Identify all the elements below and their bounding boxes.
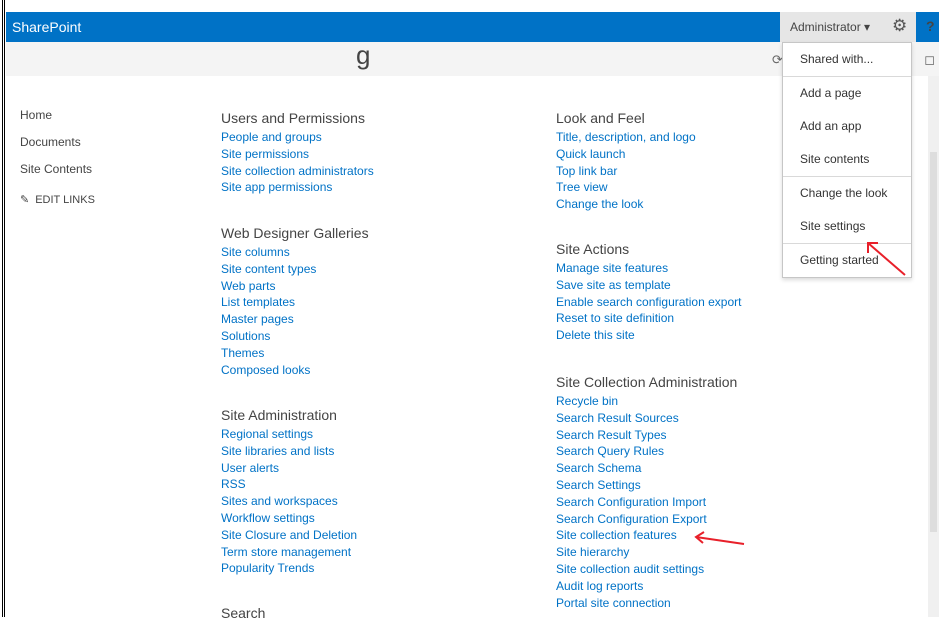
section-title: Site Actions xyxy=(556,241,630,257)
link-solutions[interactable]: Solutions xyxy=(221,328,369,345)
link-title-description-logo[interactable]: Title, description, and logo xyxy=(556,129,696,146)
page-title-partial: g xyxy=(356,40,371,70)
link-search-result-types[interactable]: Search Result Types xyxy=(556,427,737,444)
link-composed-looks[interactable]: Composed looks xyxy=(221,362,369,379)
pencil-icon: ✎ xyxy=(20,194,30,206)
link-change-look[interactable]: Change the look xyxy=(556,196,696,213)
link-site-collection-audit[interactable]: Site collection audit settings xyxy=(556,561,737,578)
link-site-app-permissions[interactable]: Site app permissions xyxy=(221,179,374,196)
section-web-designer: Web Designer Galleries Site columns Site… xyxy=(221,225,369,378)
link-web-parts[interactable]: Web parts xyxy=(221,278,369,295)
nav-documents[interactable]: Documents xyxy=(20,135,95,162)
nav-home[interactable]: Home xyxy=(20,108,95,135)
link-save-site-template[interactable]: Save site as template xyxy=(556,277,741,294)
link-search-config-export[interactable]: Search Configuration Export xyxy=(556,511,737,528)
section-site-collection-admin: Site Collection Administration Recycle b… xyxy=(556,374,737,611)
menu-item-add-app[interactable]: Add an app xyxy=(783,110,911,143)
link-audit-log-reports[interactable]: Audit log reports xyxy=(556,578,737,595)
link-search-config-import[interactable]: Search Configuration Import xyxy=(556,494,737,511)
link-popularity-trends[interactable]: Popularity Trends xyxy=(221,560,357,577)
link-search-query-rules[interactable]: Search Query Rules xyxy=(556,443,737,460)
link-top-link-bar[interactable]: Top link bar xyxy=(556,163,696,180)
link-workflow-settings[interactable]: Workflow settings xyxy=(221,510,357,527)
gear-icon[interactable]: ⚙ xyxy=(892,16,907,36)
link-manage-site-features[interactable]: Manage site features xyxy=(556,260,741,277)
link-portal-site-connection[interactable]: Portal site connection xyxy=(556,595,737,612)
menu-item-add-page[interactable]: Add a page xyxy=(783,77,911,110)
annotation-arrow-site-settings xyxy=(867,242,906,276)
link-search-schema[interactable]: Search Schema xyxy=(556,460,737,477)
link-site-closure-deletion[interactable]: Site Closure and Deletion xyxy=(221,527,357,544)
scrollbar-thumb[interactable] xyxy=(930,152,937,532)
frame-border xyxy=(0,0,5,617)
menu-item-site-contents[interactable]: Site contents xyxy=(783,143,911,176)
section-title: Users and Permissions xyxy=(221,110,365,126)
left-navigation: Home Documents Site Contents ✎ EDIT LINK… xyxy=(20,108,95,206)
link-search-result-sources[interactable]: Search Result Sources xyxy=(556,410,737,427)
link-regional-settings[interactable]: Regional settings xyxy=(221,426,357,443)
link-site-permissions[interactable]: Site permissions xyxy=(221,146,374,163)
link-themes[interactable]: Themes xyxy=(221,345,369,362)
scrollbar[interactable] xyxy=(928,76,939,617)
link-site-collection-admins[interactable]: Site collection administrators xyxy=(221,163,374,180)
menu-item-shared-with[interactable]: Shared with... xyxy=(783,43,911,76)
link-list-templates[interactable]: List templates xyxy=(221,294,369,311)
link-delete-site[interactable]: Delete this site xyxy=(556,327,741,344)
link-term-store[interactable]: Term store management xyxy=(221,544,357,561)
section-title: Search xyxy=(221,605,266,621)
section-site-actions: Site Actions Manage site features Save s… xyxy=(556,241,741,344)
link-site-content-types[interactable]: Site content types xyxy=(221,261,369,278)
link-user-alerts[interactable]: User alerts xyxy=(221,460,357,477)
nav-site-contents[interactable]: Site Contents xyxy=(20,162,95,189)
link-site-libraries-lists[interactable]: Site libraries and lists xyxy=(221,443,357,460)
window-top xyxy=(0,0,939,12)
link-people-groups[interactable]: People and groups xyxy=(221,129,374,146)
section-look-feel: Look and Feel Title, description, and lo… xyxy=(556,110,696,213)
edit-links-label: EDIT LINKS xyxy=(35,193,95,206)
link-rss[interactable]: RSS xyxy=(221,476,357,493)
help-icon[interactable]: ? xyxy=(926,18,935,34)
section-users-permissions: Users and Permissions People and groups … xyxy=(221,110,374,196)
link-recycle-bin[interactable]: Recycle bin xyxy=(556,393,737,410)
suite-bar: SharePoint Administrator ▾ ⚙ ? xyxy=(6,12,939,42)
link-tree-view[interactable]: Tree view xyxy=(556,179,696,196)
brand-label[interactable]: SharePoint xyxy=(12,19,81,35)
user-menu[interactable]: Administrator ▾ xyxy=(790,20,870,34)
edit-links-button[interactable]: ✎ EDIT LINKS xyxy=(20,193,95,207)
section-title: Site Collection Administration xyxy=(556,374,738,390)
link-site-columns[interactable]: Site columns xyxy=(221,244,369,261)
link-quick-launch[interactable]: Quick launch xyxy=(556,146,696,163)
link-search-settings[interactable]: Search Settings xyxy=(556,477,737,494)
section-title: Look and Feel xyxy=(556,110,645,126)
annotation-arrow-site-collection-features xyxy=(694,531,745,545)
link-reset-site-definition[interactable]: Reset to site definition xyxy=(556,310,741,327)
user-area: Administrator ▾ ⚙ xyxy=(780,12,916,42)
section-site-administration: Site Administration Regional settings Si… xyxy=(221,407,357,577)
fullscreen-icon[interactable]: ◻ xyxy=(924,52,935,68)
link-enable-search-export[interactable]: Enable search configuration export xyxy=(556,294,741,311)
link-master-pages[interactable]: Master pages xyxy=(221,311,369,328)
section-title: Site Administration xyxy=(221,407,337,423)
section-search: Search xyxy=(221,605,265,624)
link-sites-workspaces[interactable]: Sites and workspaces xyxy=(221,493,357,510)
menu-item-change-look[interactable]: Change the look xyxy=(783,177,911,210)
section-title: Web Designer Galleries xyxy=(221,225,369,241)
